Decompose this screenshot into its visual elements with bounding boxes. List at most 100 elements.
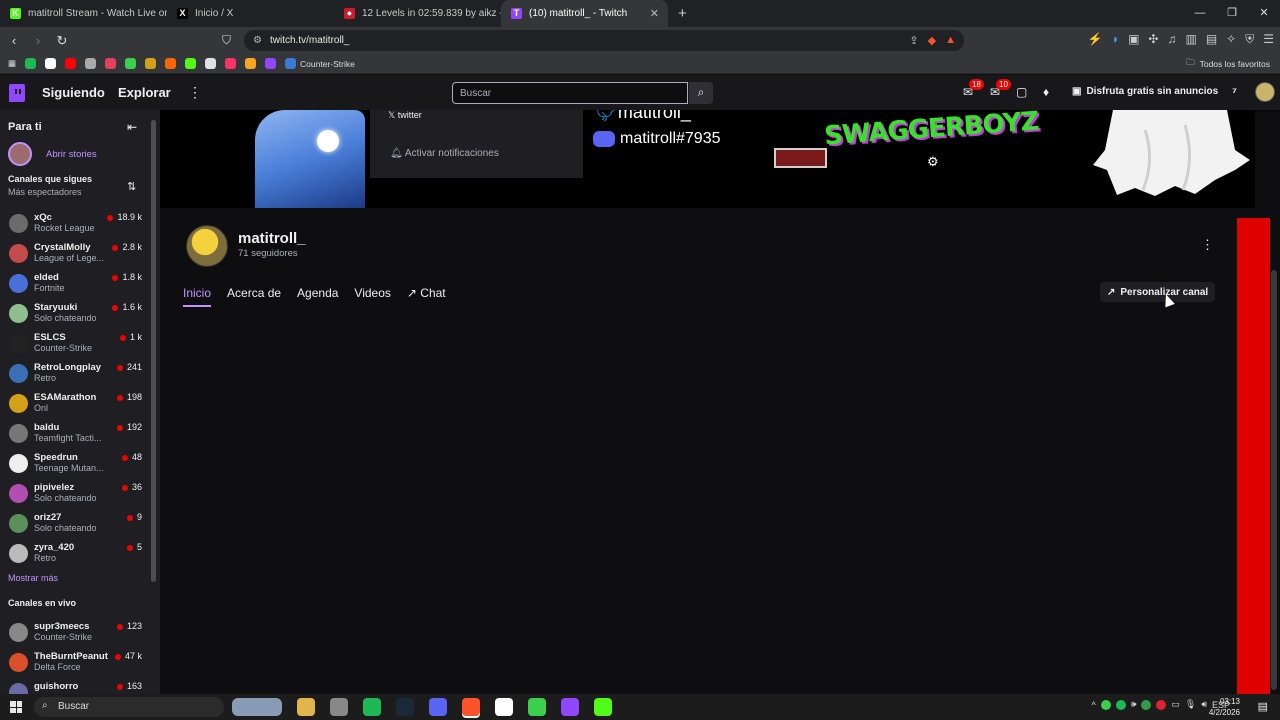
bookmark-item[interactable] <box>85 58 97 69</box>
bookmark-item[interactable] <box>265 58 277 69</box>
browser-tab[interactable]: T (10) matitroll_ - Twitch ✕ <box>501 0 668 27</box>
url-field[interactable]: ⚙ twitch.tv/matitroll_ ⇪ ◆ ▲ <box>244 30 964 51</box>
close-window-icon[interactable]: ✕ <box>1248 0 1280 27</box>
channel-row[interactable]: xQc Rocket League 18.9 k <box>0 209 152 239</box>
chevron-up-icon[interactable]: ^ <box>1091 700 1095 710</box>
volume-icon[interactable]: 🔊︎ <box>1201 699 1207 710</box>
taskbar-app-icon[interactable] <box>330 698 348 716</box>
tab-videos[interactable]: Videos <box>354 286 390 307</box>
reload-icon[interactable]: ↻ <box>52 33 72 49</box>
tab-about[interactable]: Acerca de <box>227 286 281 307</box>
channel-row[interactable]: RetroLongplay Retro 241 <box>0 359 152 389</box>
mic-icon[interactable]: 🎙︎ <box>1185 699 1196 710</box>
twitter-link[interactable]: 𝕏 twitter <box>388 110 422 121</box>
channel-row[interactable]: baldu Teamfight Tacti... 192 <box>0 419 152 449</box>
vpn-icon[interactable]: ⛨ <box>1245 32 1254 47</box>
extension-icon[interactable]: ✧ <box>1226 32 1236 47</box>
inbox-icon[interactable]: ✉ 18 <box>963 79 984 99</box>
bookmark-item[interactable] <box>185 58 197 69</box>
channel-row[interactable]: ESLCS Counter-Strike 1 k <box>0 329 152 359</box>
tray-app-icon[interactable] <box>1156 699 1167 710</box>
enable-notifications[interactable]: 🔔︎ Activar notificaciones <box>390 148 499 159</box>
notification-center-icon[interactable]: ▤ <box>1258 700 1268 713</box>
bookmark-icon[interactable]: ⛉ <box>222 33 231 48</box>
bookmark-item[interactable] <box>245 58 257 69</box>
channel-row[interactable]: ESAMarathon Onl 198 <box>0 389 152 419</box>
forward-icon[interactable]: › <box>28 33 48 48</box>
channel-row[interactable]: oriz27 Solo chateando 9 <box>0 509 152 539</box>
tray-app-icon[interactable] <box>1100 699 1111 710</box>
close-tab-icon[interactable]: ✕ <box>650 7 659 20</box>
taskbar-app-icon[interactable] <box>363 698 381 716</box>
channel-row[interactable]: pipivelez Solo chateando 36 <box>0 479 152 509</box>
collapse-sidebar-icon[interactable]: ⇤ <box>127 120 137 134</box>
taskbar-app-icon[interactable] <box>396 698 414 716</box>
tab-chat[interactable]: ↗ Chat <box>407 286 446 307</box>
site-info-icon[interactable]: ⚙ <box>253 35 262 46</box>
back-icon[interactable]: ‹ <box>4 33 24 48</box>
wallet-icon[interactable]: ▤ <box>1206 32 1217 47</box>
main-scrollbar[interactable] <box>1271 270 1277 690</box>
bookmark-item[interactable] <box>205 58 217 69</box>
channel-row[interactable]: Staryuuki Solo chateando 1.6 k <box>0 299 152 329</box>
tab-schedule[interactable]: Agenda <box>297 286 338 307</box>
taskbar-app-icon[interactable] <box>495 698 513 716</box>
start-icon[interactable] <box>10 701 22 713</box>
taskbar-app-icon[interactable] <box>462 698 480 716</box>
menu-icon[interactable]: ☰ <box>1263 32 1274 47</box>
channel-avatar[interactable] <box>186 225 228 267</box>
search-icon[interactable]: ⌕ <box>689 82 713 104</box>
crown-icon[interactable]: ♦ <box>1043 85 1049 99</box>
bookmark-item[interactable]: Counter-Strike <box>285 58 355 69</box>
browser-tab[interactable]: X Inicio / X <box>167 0 334 27</box>
apps-grid-icon[interactable]: ▦ <box>8 58 16 69</box>
network-icon[interactable]: ▭ <box>1171 699 1180 710</box>
customize-channel-button[interactable]: ↗ Personalizar canal <box>1100 282 1216 302</box>
share-icon[interactable]: ⇪ <box>909 34 918 47</box>
channel-row[interactable]: CrystalMolly League of Lege... 2.8 k <box>0 239 152 269</box>
clock[interactable]: 03:13 4/2/2026 <box>1209 696 1240 718</box>
channel-row[interactable]: guishorro 163 <box>0 678 152 694</box>
channel-row[interactable]: elded Fortnite 1.8 k <box>0 269 152 299</box>
user-avatar[interactable] <box>1255 82 1275 102</box>
chat-bubble-icon[interactable]: ▢ <box>1016 85 1027 99</box>
bookmark-item[interactable] <box>165 58 177 69</box>
bookmark-item[interactable] <box>225 58 237 69</box>
channel-row[interactable]: zyra_420 Retro 5 <box>0 539 152 569</box>
channel-row[interactable]: TheBurntPeanut Delta Force 47 k <box>0 648 152 678</box>
extension-icon[interactable]: ◗ <box>1112 32 1119 47</box>
speaker-icon[interactable]: 🕪︎ <box>1131 699 1137 710</box>
bookmark-item[interactable] <box>105 58 117 69</box>
bookmark-item[interactable] <box>65 58 77 69</box>
all-favorites-folder[interactable]: 🗀︎ Todos los favoritos <box>1186 57 1270 71</box>
taskbar-app-icon[interactable] <box>528 698 546 716</box>
channel-row[interactable]: supr3meecs Counter-Strike 123 <box>0 618 152 648</box>
taskbar-app-icon[interactable] <box>594 698 612 716</box>
turbo-button[interactable]: ▣ Disfruta gratis sin anuncios <box>1072 86 1218 97</box>
channel-row[interactable]: Speedrun Teenage Mutan... 48 <box>0 449 152 479</box>
browser-tab[interactable]: ● 12 Levels in 02:59.839 by aikz - Red B <box>334 0 501 27</box>
sidebar-toggle-icon[interactable]: ▥ <box>1185 32 1196 47</box>
nav-following[interactable]: Siguiendo <box>42 85 105 100</box>
stories-entry[interactable]: Abrir stories <box>8 142 97 166</box>
bookmark-item[interactable] <box>25 58 37 69</box>
bookmark-item[interactable] <box>145 58 157 69</box>
taskbar-app-icon[interactable] <box>561 698 579 716</box>
tab-home[interactable]: Inicio <box>183 286 212 307</box>
puzzle-icon[interactable]: ✣ <box>1148 32 1158 47</box>
browser-tab[interactable]: Kmatitroll Stream - Watch Live on Kick <box>0 0 167 27</box>
bookmark-item[interactable] <box>45 58 57 69</box>
brave-shield-icon[interactable]: ◆ <box>928 34 936 47</box>
nav-browse[interactable]: Explorar <box>118 85 171 100</box>
maximize-icon[interactable]: ❐ <box>1216 0 1248 27</box>
twitch-logo-icon[interactable] <box>9 84 25 102</box>
media-icon[interactable]: ♫ <box>1167 32 1176 47</box>
brave-rewards-icon[interactable]: ▲ <box>945 34 956 47</box>
channel-more-icon[interactable]: ⋮ <box>1201 237 1214 253</box>
search-input[interactable]: Buscar <box>452 82 688 104</box>
tray-app-icon[interactable] <box>1141 699 1152 710</box>
taskbar-app-icon[interactable] <box>232 698 282 716</box>
sidebar-scrollbar[interactable] <box>151 120 156 582</box>
minimize-icon[interactable]: — <box>1184 0 1216 27</box>
spotify-tray-icon[interactable] <box>1115 699 1126 710</box>
